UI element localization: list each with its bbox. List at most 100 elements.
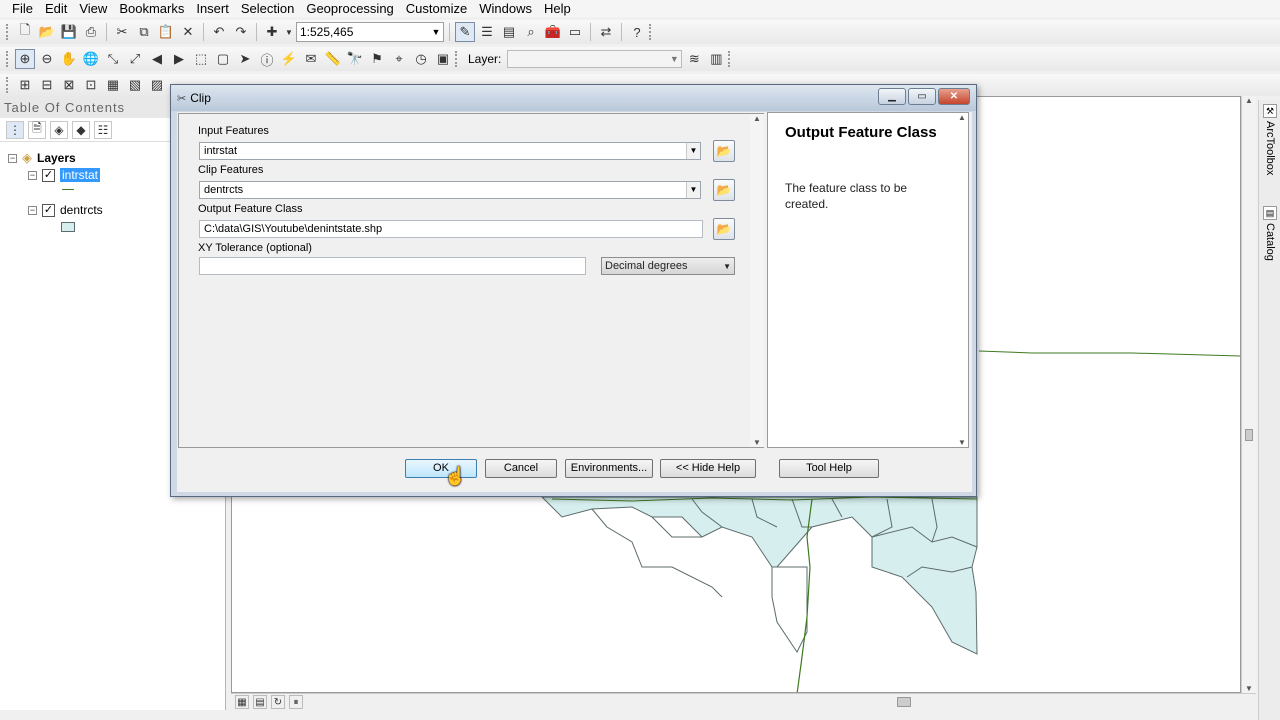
new-document-icon[interactable]: 🗋 — [15, 22, 35, 42]
print-icon[interactable]: ⎙ — [81, 22, 101, 42]
layer-visibility-checkbox[interactable]: ✓ — [42, 203, 55, 217]
menu-geoprocessing[interactable]: Geoprocessing — [300, 0, 399, 17]
tab-arctoolbox[interactable]: ⚒ ArcToolbox — [1261, 104, 1279, 175]
tab-catalog[interactable]: ▤ Catalog — [1261, 206, 1279, 261]
pause-drawing-icon[interactable]: ⏸ — [289, 695, 303, 709]
time-slider-icon[interactable]: ◷ — [411, 49, 431, 69]
go-to-xy-icon[interactable]: ⌖ — [389, 49, 409, 69]
collapse-icon[interactable]: − — [28, 170, 37, 180]
clip-features-browse-button[interactable]: 📂 — [713, 179, 735, 201]
swipe-icon[interactable]: ≋ — [684, 49, 704, 69]
html-popup-icon[interactable]: ✉ — [301, 49, 321, 69]
map-scale-combo[interactable]: 1:525,465 ▼ — [296, 22, 444, 42]
clear-selection-icon[interactable]: ▢ — [213, 49, 233, 69]
collapse-icon[interactable]: − — [8, 153, 17, 163]
toolbar-grip[interactable] — [6, 51, 11, 67]
menu-bookmarks[interactable]: Bookmarks — [113, 0, 190, 17]
output-feature-class-browse-button[interactable]: 📂 — [713, 218, 735, 240]
catalog-window-icon[interactable]: ▤ — [499, 22, 519, 42]
menu-edit[interactable]: Edit — [39, 0, 73, 17]
list-by-selection-icon[interactable]: ◆ — [72, 120, 90, 139]
chevron-down-icon[interactable]: ▼ — [429, 27, 443, 37]
tool-a-icon[interactable]: ⊞ — [15, 75, 35, 95]
input-features-browse-button[interactable]: 📂 — [713, 140, 735, 162]
arctoolbox-icon[interactable]: 🧰 — [543, 22, 563, 42]
parameters-scrollbar[interactable]: ▲ ▼ — [750, 114, 764, 447]
xy-tolerance-input[interactable] — [199, 257, 586, 275]
tool-b-icon[interactable]: ⊟ — [37, 75, 57, 95]
refresh-icon[interactable]: ↻ — [271, 695, 285, 709]
toolbar-grip[interactable] — [6, 24, 11, 40]
close-button[interactable]: ✕ — [938, 88, 970, 105]
add-data-icon[interactable]: ✚ — [262, 22, 282, 42]
layer-item-dentrcts[interactable]: − ✓ dentrcts — [28, 203, 103, 217]
editor-toolbar-icon[interactable]: ✎ — [455, 22, 475, 42]
chevron-down-icon[interactable]: ▼ — [686, 143, 700, 159]
histogram-icon[interactable]: ▥ — [706, 49, 726, 69]
toolbar-grip[interactable] — [728, 51, 733, 67]
python-window-icon[interactable]: ▭ — [565, 22, 585, 42]
copy-icon[interactable]: ⧉ — [134, 22, 154, 42]
forward-extent-icon[interactable]: ▶ — [169, 49, 189, 69]
scroll-up-icon[interactable]: ▲ — [1242, 96, 1256, 105]
layer-name[interactable]: dentrcts — [60, 203, 103, 217]
hyperlink-icon[interactable]: ⚡ — [279, 49, 299, 69]
fixed-zoom-in-icon[interactable]: ⤡ — [103, 49, 123, 69]
menu-file[interactable]: File — [0, 0, 39, 17]
fixed-zoom-out-icon[interactable]: ⤢ — [125, 49, 145, 69]
undo-icon[interactable]: ↶ — [209, 22, 229, 42]
tool-f-icon[interactable]: ▧ — [125, 75, 145, 95]
layer-visibility-checkbox[interactable]: ✓ — [42, 168, 55, 182]
find-icon[interactable]: 🔭 — [345, 49, 365, 69]
cancel-button[interactable]: Cancel — [485, 459, 557, 478]
map-vertical-scrollbar[interactable]: ▲ ▼ — [1241, 96, 1256, 693]
scroll-up-icon[interactable]: ▲ — [955, 113, 969, 122]
minimize-button[interactable]: ▁ — [878, 88, 906, 105]
tool-help-button[interactable]: Tool Help — [779, 459, 879, 478]
list-by-visibility-icon[interactable]: ◈ — [50, 120, 68, 139]
layer-item-intrstat[interactable]: − ✓ intrstat — [28, 168, 101, 182]
open-icon[interactable]: 📂 — [37, 22, 57, 42]
zoom-in-icon[interactable]: ⊕ — [15, 49, 35, 69]
input-features-combo[interactable]: intrstat ▼ — [199, 142, 701, 160]
save-icon[interactable]: 💾 — [59, 22, 79, 42]
identify-icon[interactable]: ⓘ — [257, 49, 277, 69]
cut-icon[interactable]: ✂ — [112, 22, 132, 42]
dialog-title-bar[interactable]: ✂ Clip ▁ ▭ ✕ — [171, 85, 976, 111]
list-by-source-icon[interactable]: 🗎 — [28, 120, 46, 139]
layout-view-icon[interactable]: ▤ — [253, 695, 267, 709]
scroll-down-icon[interactable]: ▼ — [750, 438, 764, 447]
menu-windows[interactable]: Windows — [473, 0, 538, 17]
redo-icon[interactable]: ↷ — [231, 22, 251, 42]
tool-g-icon[interactable]: ▨ — [147, 75, 167, 95]
chevron-down-icon[interactable]: ▼ — [686, 182, 700, 198]
toolbar-grip[interactable] — [455, 51, 460, 67]
menu-selection[interactable]: Selection — [235, 0, 300, 17]
menu-view[interactable]: View — [73, 0, 113, 17]
chevron-down-icon[interactable]: ▼ — [723, 262, 731, 271]
back-extent-icon[interactable]: ◀ — [147, 49, 167, 69]
options-icon[interactable]: ☷ — [94, 120, 112, 139]
menu-help[interactable]: Help — [538, 0, 577, 17]
paste-icon[interactable]: 📋 — [156, 22, 176, 42]
layer-name[interactable]: intrstat — [60, 168, 101, 182]
tool-c-icon[interactable]: ⊠ — [59, 75, 79, 95]
scroll-up-icon[interactable]: ▲ — [750, 114, 764, 123]
full-extent-icon[interactable]: 🌐 — [81, 49, 101, 69]
scroll-thumb[interactable] — [1245, 429, 1253, 441]
output-feature-class-input[interactable]: C:\data\GIS\Youtube\denintstate.shp — [199, 220, 703, 238]
select-elements-icon[interactable]: ➤ — [235, 49, 255, 69]
toolbar-grip[interactable] — [649, 24, 654, 40]
table-of-contents-icon[interactable]: ☰ — [477, 22, 497, 42]
layer-combo[interactable]: ▼ — [507, 50, 683, 68]
scroll-down-icon[interactable]: ▼ — [1242, 684, 1256, 693]
hide-help-button[interactable]: << Hide Help — [660, 459, 756, 478]
pan-icon[interactable]: ✋ — [59, 49, 79, 69]
list-by-drawing-order-icon[interactable]: ⋮ — [6, 120, 24, 139]
menu-insert[interactable]: Insert — [190, 0, 235, 17]
delete-icon[interactable]: ✕ — [178, 22, 198, 42]
find-route-icon[interactable]: ⚑ — [367, 49, 387, 69]
layers-root[interactable]: − ◈ Layers — [8, 150, 76, 166]
xy-tolerance-units-select[interactable]: Decimal degrees ▼ — [601, 257, 735, 275]
toolbar-grip[interactable] — [6, 77, 11, 93]
